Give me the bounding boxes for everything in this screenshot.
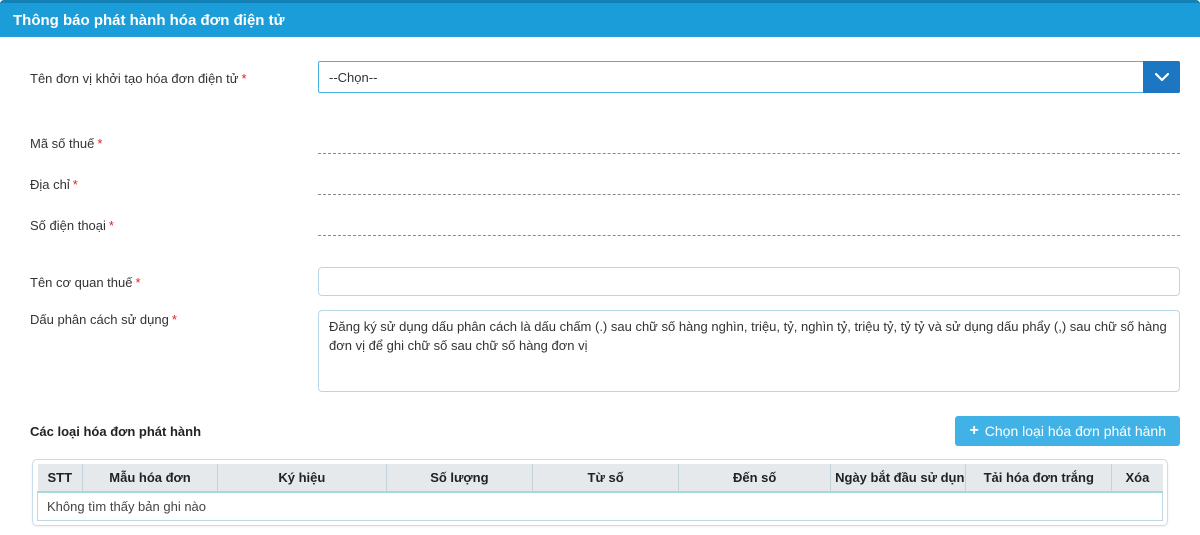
- phone-label: Số điện thoại*: [30, 216, 318, 236]
- table-header-row: STT Mẫu hóa đơn Ký hiệu Số lượng Từ số Đ…: [38, 464, 1163, 492]
- tax-office-label: Tên cơ quan thuế*: [30, 273, 318, 290]
- plus-icon: +: [969, 423, 978, 439]
- required-asterisk: *: [135, 275, 140, 290]
- required-asterisk: *: [172, 312, 177, 327]
- separator-label: Dấu phân cách sử dụng*: [30, 310, 318, 392]
- unit-select-arrow-button[interactable]: [1143, 61, 1180, 93]
- column-header-tu-so: Từ số: [533, 464, 679, 492]
- tax-code-row: Mã số thuế*: [30, 113, 1180, 154]
- required-asterisk: *: [97, 136, 102, 151]
- empty-table-row: Không tìm thấy bản ghi nào: [38, 492, 1163, 521]
- issuance-form: Tên đơn vị khởi tạo hóa đơn điện tử* --C…: [0, 37, 1200, 392]
- separator-row: Dấu phân cách sử dụng* Đăng ký sử dụng d…: [30, 310, 1180, 392]
- tax-code-field: [318, 130, 1180, 154]
- unit-row: Tên đơn vị khởi tạo hóa đơn điện tử* --C…: [30, 61, 1180, 93]
- address-row: Địa chỉ*: [30, 154, 1180, 195]
- page-header: Thông báo phát hành hóa đơn điện tử: [0, 0, 1200, 37]
- column-header-ky-hieu: Ký hiệu: [218, 464, 387, 492]
- tax-office-row: Tên cơ quan thuế*: [30, 267, 1180, 296]
- unit-select-value: --Chọn--: [329, 70, 377, 85]
- invoice-types-table-panel: STT Mẫu hóa đơn Ký hiệu Số lượng Từ số Đ…: [32, 459, 1168, 526]
- address-label: Địa chỉ*: [30, 175, 318, 195]
- required-asterisk: *: [73, 177, 78, 192]
- chevron-down-icon: [1155, 73, 1169, 82]
- phone-field: [318, 212, 1180, 236]
- column-header-xoa: Xóa: [1112, 464, 1163, 492]
- column-header-ngay-bat-dau: Ngày bắt đầu sử dụng: [831, 464, 966, 492]
- invoice-types-section-bar: Các loại hóa đơn phát hành + Chọn loại h…: [30, 416, 1180, 446]
- tax-office-input[interactable]: [318, 267, 1180, 296]
- column-header-den-so: Đến số: [679, 464, 831, 492]
- column-header-so-luong: Số lượng: [386, 464, 532, 492]
- unit-select[interactable]: --Chọn--: [318, 61, 1180, 93]
- choose-invoice-type-label: Chọn loại hóa đơn phát hành: [985, 423, 1166, 439]
- page-title: Thông báo phát hành hóa đơn điện tử: [13, 12, 285, 29]
- tax-code-label: Mã số thuế*: [30, 134, 318, 154]
- choose-invoice-type-button[interactable]: + Chọn loại hóa đơn phát hành: [955, 416, 1180, 446]
- column-header-mau-hoa-don: Mẫu hóa đơn: [83, 464, 218, 492]
- unit-label: Tên đơn vị khởi tạo hóa đơn điện tử*: [30, 69, 318, 86]
- column-header-tai-hoa-don-trang: Tải hóa đơn trắng: [966, 464, 1112, 492]
- address-field: [318, 171, 1180, 195]
- phone-row: Số điện thoại*: [30, 195, 1180, 236]
- separator-textarea[interactable]: Đăng ký sử dụng dấu phân cách là dấu chấ…: [318, 310, 1180, 392]
- invoice-types-title: Các loại hóa đơn phát hành: [30, 424, 201, 439]
- required-asterisk: *: [109, 218, 114, 233]
- column-header-stt: STT: [38, 464, 83, 492]
- invoice-types-table: STT Mẫu hóa đơn Ký hiệu Số lượng Từ số Đ…: [37, 464, 1163, 521]
- required-asterisk: *: [241, 71, 246, 86]
- empty-table-message: Không tìm thấy bản ghi nào: [38, 492, 1163, 521]
